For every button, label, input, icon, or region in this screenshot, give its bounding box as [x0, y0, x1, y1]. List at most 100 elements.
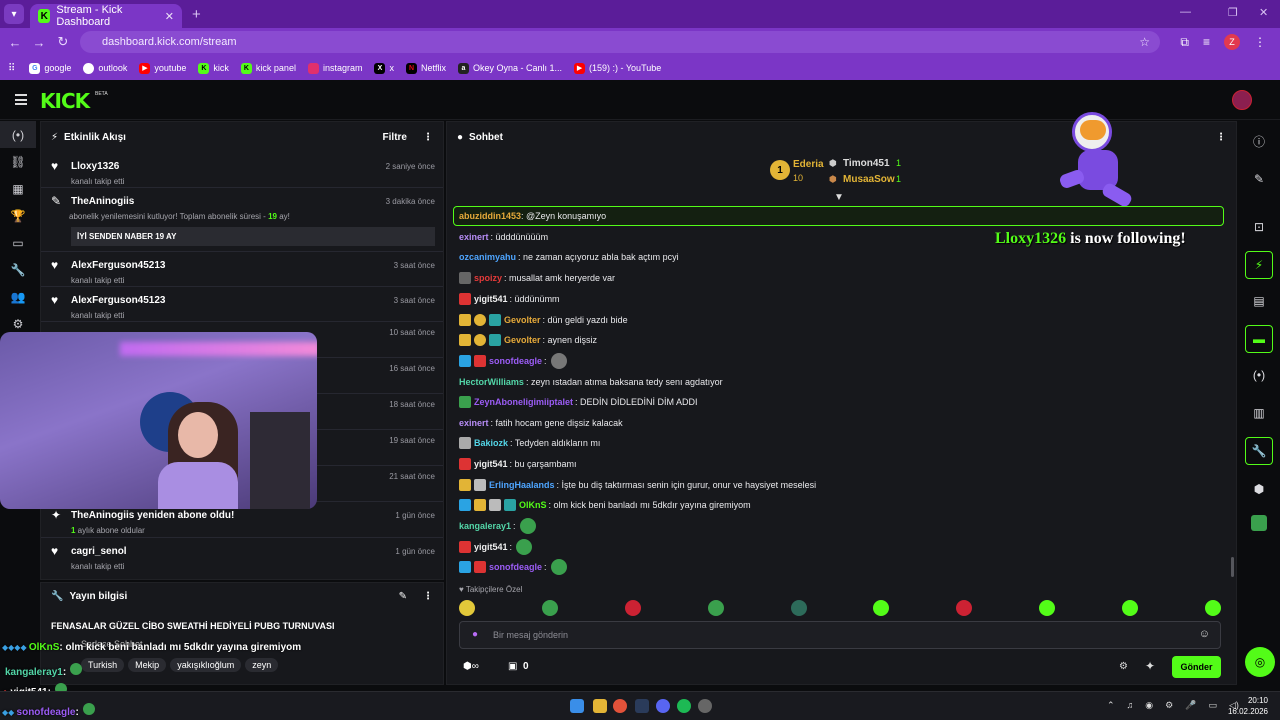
broadcast-icon[interactable]: (•)	[1245, 361, 1273, 389]
chat-scrollbar[interactable]	[1231, 557, 1234, 577]
close-tab-icon[interactable]: ✕	[165, 10, 174, 23]
extensions-icon[interactable]: ⧉	[1180, 35, 1189, 50]
new-tab-icon[interactable]: +	[192, 6, 201, 23]
tag[interactable]: Turkish	[81, 658, 125, 672]
send-button[interactable]: Gönder	[1172, 656, 1221, 678]
activity-user[interactable]: AlexFerguson45123	[71, 295, 166, 306]
bookmark-okey[interactable]: a Okey Oyna - Canlı 1...	[457, 62, 562, 74]
forward-icon[interactable]: →	[27, 35, 51, 50]
clock[interactable]: 20:10 16.02.2026	[1228, 695, 1268, 717]
chat-message[interactable]: abuziddin1453: @Zeyn konuşamıyo	[459, 209, 606, 223]
chat-message[interactable]: exinert: fatih hocam gene dişsiz kalacak	[459, 416, 623, 430]
emote-icon[interactable]	[1204, 600, 1221, 616]
bookmark-instagram[interactable]: instagram	[307, 62, 362, 74]
chat-message[interactable]: spoizy: musallat amk heryerde var	[459, 271, 615, 285]
chat-message[interactable]: Gevolter: aynen dişsiz	[459, 333, 597, 347]
screenshot-icon[interactable]: ⊡	[1245, 213, 1273, 241]
kick-logo[interactable]: KICK	[40, 89, 90, 113]
start-icon[interactable]	[570, 699, 584, 713]
activity-user[interactable]: TheAninogiis	[71, 196, 134, 207]
stream-icon[interactable]: (•)	[0, 121, 36, 148]
tag[interactable]: yakışıklıoğlum	[170, 658, 242, 672]
print-icon[interactable]: ▥	[1245, 399, 1273, 427]
chat-message[interactable]: kangaleray1:	[459, 518, 536, 534]
link-icon[interactable]: ⛓	[0, 148, 36, 175]
file-explorer-icon[interactable]	[593, 699, 607, 713]
back-icon[interactable]: ←	[3, 35, 27, 50]
chat-settings-icon[interactable]: ⚙	[1119, 661, 1128, 672]
steam-tray-icon[interactable]: ⚙	[1165, 700, 1173, 711]
profile-avatar[interactable]: Z	[1224, 34, 1240, 50]
emote-icon[interactable]	[873, 600, 890, 616]
reload-icon[interactable]: ↻	[51, 34, 75, 50]
bookmark-youtube[interactable]: ▶ youtube	[139, 62, 186, 74]
store-icon[interactable]: ▣	[508, 661, 517, 672]
filter-button[interactable]: Filtre	[383, 132, 407, 143]
leader-3-name[interactable]: MusaaSow	[843, 174, 895, 185]
chat-toggle-icon[interactable]: ▬	[1245, 325, 1273, 353]
trophy-icon[interactable]: 🏆	[0, 202, 36, 229]
chat-message[interactable]: sonofdeagle:	[459, 353, 567, 369]
mic-tray-icon[interactable]: 🎤	[1185, 700, 1196, 711]
emote-icon[interactable]	[790, 600, 807, 616]
tag[interactable]: Mekip	[128, 658, 167, 672]
emote-icon[interactable]	[707, 600, 724, 616]
more-menu-icon[interactable]: ⋮	[1254, 35, 1266, 49]
network-icon[interactable]: ▭	[1208, 700, 1217, 711]
mic-icon[interactable]: ●	[472, 629, 478, 640]
video-icon[interactable]: ▭	[0, 229, 36, 256]
minimize-icon[interactable]: —	[1180, 6, 1191, 18]
bookmark-youtube-159[interactable]: ▶ (159) :) - YouTube	[574, 62, 661, 74]
browser-tab[interactable]: K Stream - Kick Dashboard ✕	[30, 4, 182, 28]
bookmark-x[interactable]: Xx	[374, 62, 394, 74]
emote-picker-icon[interactable]: ✦	[1145, 659, 1155, 673]
emote-icon[interactable]	[1122, 600, 1138, 616]
activity-user[interactable]: TheAninogiis yeniden abone oldu!	[71, 510, 234, 521]
chat-message[interactable]: Gevolter: dün geldi yazdı bide	[459, 313, 628, 327]
media-icon[interactable]: ≡	[1203, 35, 1210, 49]
chat-message[interactable]: HectorWilliams: zeyn ıstadan atıma baksa…	[459, 375, 723, 389]
discord-icon[interactable]	[656, 699, 670, 713]
emote-icon[interactable]	[1039, 600, 1056, 616]
activity-user[interactable]: cagri_senol	[71, 546, 127, 557]
record-icon[interactable]: ◉	[1145, 700, 1153, 711]
bookmark-outlook[interactable]: outlook	[83, 62, 127, 74]
tab-search-icon[interactable]: ▾	[4, 4, 24, 24]
stream-info-more-icon[interactable]: ⋮	[423, 591, 433, 602]
spotify-icon[interactable]	[677, 699, 691, 713]
analytics-icon[interactable]: ▦	[0, 175, 36, 202]
emote-icon[interactable]	[541, 600, 558, 616]
leader-1-name[interactable]: Ederia	[793, 159, 824, 170]
chevron-up-icon[interactable]: ⌃	[1107, 700, 1115, 711]
emote-icon[interactable]	[624, 600, 641, 616]
chat-message[interactable]: yigit541: üddünümm	[459, 292, 560, 306]
chat-message[interactable]: ZeynAboneligimiiptalet: DEDİN DİDLEDİNİ …	[459, 395, 698, 409]
chrome-icon[interactable]	[613, 699, 627, 713]
address-bar[interactable]: dashboard.kick.com/stream ☆	[80, 31, 1160, 53]
chat-message[interactable]: sonofdeagle:	[459, 559, 567, 575]
edit-icon[interactable]: ✎	[399, 591, 407, 602]
bookmark-netflix[interactable]: N Netflix	[405, 62, 446, 74]
help-icon[interactable]: ◎	[1245, 647, 1275, 677]
steam-icon[interactable]	[635, 699, 649, 713]
activity-user[interactable]: Lloxy1326	[71, 161, 119, 172]
leader-2-name[interactable]: Timon451	[843, 158, 890, 169]
extensions-panel-icon[interactable]: ⬢	[1245, 475, 1273, 503]
document-icon[interactable]: ▤	[1245, 287, 1273, 315]
emoji-icon[interactable]: ☺	[1199, 628, 1210, 640]
channel-points-icon[interactable]: ⬢∞	[463, 661, 479, 672]
headset-icon[interactable]: ♫	[1127, 700, 1134, 711]
chat-message[interactable]: Bakiozk: Tedyden aldıkların mı	[459, 436, 600, 450]
chat-message[interactable]: exinert: üdddünüüüm	[459, 230, 548, 244]
chat-more-icon[interactable]: ⋮	[1216, 132, 1226, 143]
user-avatar[interactable]	[1232, 90, 1252, 110]
menu-icon[interactable]	[15, 94, 27, 105]
activity-user[interactable]: AlexFerguson45213	[71, 260, 166, 271]
tools-icon[interactable]: 🔧	[1245, 437, 1273, 465]
chat-message[interactable]: ErlingHaalands: İşte bu diş taktırması s…	[459, 478, 816, 492]
quick-actions-icon[interactable]: ⚡	[1245, 251, 1273, 279]
close-window-icon[interactable]: ✕	[1259, 6, 1268, 19]
app-icon[interactable]	[698, 699, 712, 713]
chat-message[interactable]: yigit541:	[459, 539, 533, 555]
bookmark-kick-panel[interactable]: Kkick panel	[240, 62, 296, 74]
